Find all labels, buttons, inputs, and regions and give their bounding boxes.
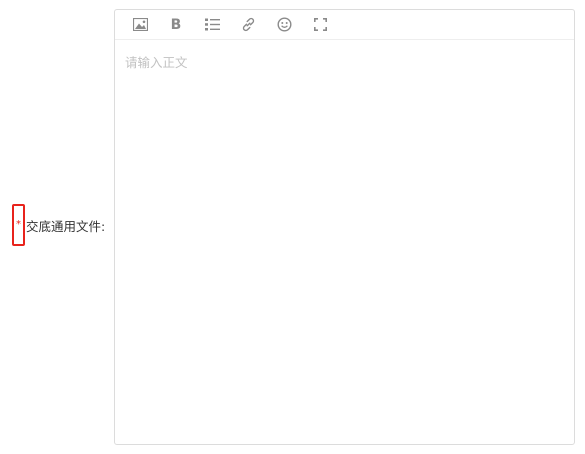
field-label-row: * 交底通用文件: (12, 202, 105, 248)
bulleted-list-icon[interactable] (203, 16, 221, 34)
image-icon[interactable] (131, 16, 149, 34)
bold-icon[interactable]: B (167, 16, 185, 34)
emoji-icon[interactable] (275, 16, 293, 34)
required-asterisk: * (16, 219, 21, 230)
field-label: 交底通用文件: (26, 218, 106, 234)
editor-toolbar: B (115, 10, 574, 40)
link-icon[interactable] (239, 16, 257, 34)
rich-text-editor: B 请输入正文 (114, 9, 575, 445)
editor-content-area[interactable]: 请输入正文 (115, 40, 574, 444)
bold-glyph: B (170, 16, 182, 33)
fullscreen-icon[interactable] (311, 16, 329, 34)
editor-placeholder: 请输入正文 (125, 55, 188, 70)
required-indicator-highlight: * (12, 204, 25, 246)
